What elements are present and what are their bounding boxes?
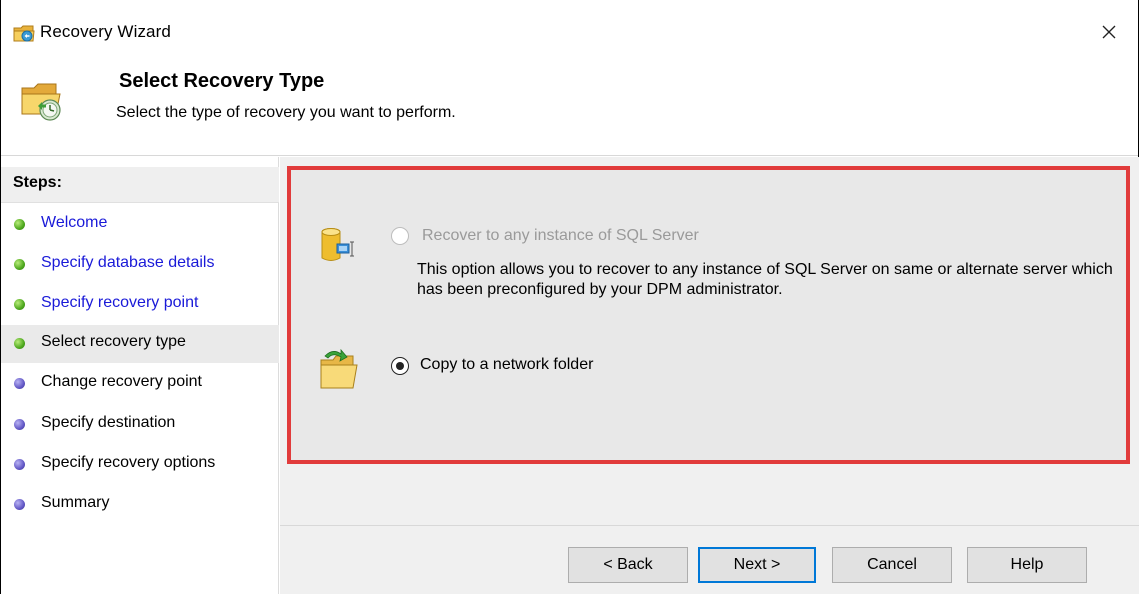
- recover-sql-description: This option allows you to recover to any…: [417, 261, 1113, 298]
- step-specify-destination: Specify destination: [1, 406, 279, 444]
- steps-sidebar: Steps: Welcome Specify database details …: [1, 157, 279, 594]
- step-welcome[interactable]: Welcome: [1, 206, 279, 244]
- step-specify-recovery-options: Specify recovery options: [1, 446, 279, 484]
- step-select-recovery-type: Select recovery type: [1, 325, 279, 363]
- step-specify-recovery-point[interactable]: Specify recovery point: [1, 286, 279, 324]
- step-label: Change recovery point: [41, 373, 202, 390]
- recover-sql-label: Recover to any instance of SQL Server: [422, 227, 699, 244]
- recovery-options-highlight: [287, 166, 1130, 464]
- page-title: Select Recovery Type: [119, 70, 325, 92]
- completed-dot-icon: [14, 299, 25, 310]
- cancel-button[interactable]: Cancel: [832, 547, 952, 583]
- back-button[interactable]: < Back: [568, 547, 688, 583]
- help-button[interactable]: Help: [967, 547, 1087, 583]
- step-label: Specify destination: [41, 414, 176, 431]
- step-label: Select recovery type: [41, 333, 186, 350]
- recover-sql-radio[interactable]: [391, 227, 409, 245]
- copy-network-folder-radio[interactable]: [391, 357, 409, 375]
- pending-dot-icon: [14, 419, 25, 430]
- pending-dot-icon: [14, 499, 25, 510]
- pending-dot-icon: [14, 459, 25, 470]
- app-icon: [13, 25, 35, 42]
- copy-network-folder-label[interactable]: Copy to a network folder: [420, 356, 593, 374]
- header-divider: [1, 155, 1138, 156]
- footer-divider: [280, 525, 1139, 526]
- current-dot-icon: [14, 338, 25, 349]
- completed-dot-icon: [14, 219, 25, 230]
- steps-label: Steps:: [13, 174, 62, 191]
- close-icon: [1102, 25, 1116, 39]
- step-specify-database-details[interactable]: Specify database details: [1, 246, 279, 284]
- completed-dot-icon: [14, 259, 25, 270]
- next-button[interactable]: Next >: [698, 547, 816, 583]
- step-label[interactable]: Specify database details: [41, 254, 214, 272]
- window-title: Recovery Wizard: [40, 22, 171, 41]
- close-button[interactable]: [1091, 14, 1127, 50]
- title-bar: Recovery Wizard: [1, 0, 1138, 56]
- step-label: Summary: [41, 494, 110, 511]
- step-change-recovery-point: Change recovery point: [1, 365, 279, 403]
- network-folder-icon: [320, 348, 358, 389]
- step-label[interactable]: Specify recovery point: [41, 294, 198, 312]
- sql-server-icon: [321, 228, 354, 261]
- recovery-folder-icon: [21, 83, 61, 121]
- step-label: Specify recovery options: [41, 454, 216, 471]
- pending-dot-icon: [14, 378, 25, 389]
- wizard-header: Select Recovery Type Select the type of …: [1, 56, 1138, 156]
- step-summary: Summary: [1, 486, 279, 524]
- steps-header: Steps:: [1, 167, 279, 203]
- recovery-wizard-window: Recovery Wizard Select Recovery Type Sel…: [0, 0, 1139, 594]
- page-subtitle: Select the type of recovery you want to …: [116, 104, 456, 121]
- step-label[interactable]: Welcome: [41, 214, 107, 232]
